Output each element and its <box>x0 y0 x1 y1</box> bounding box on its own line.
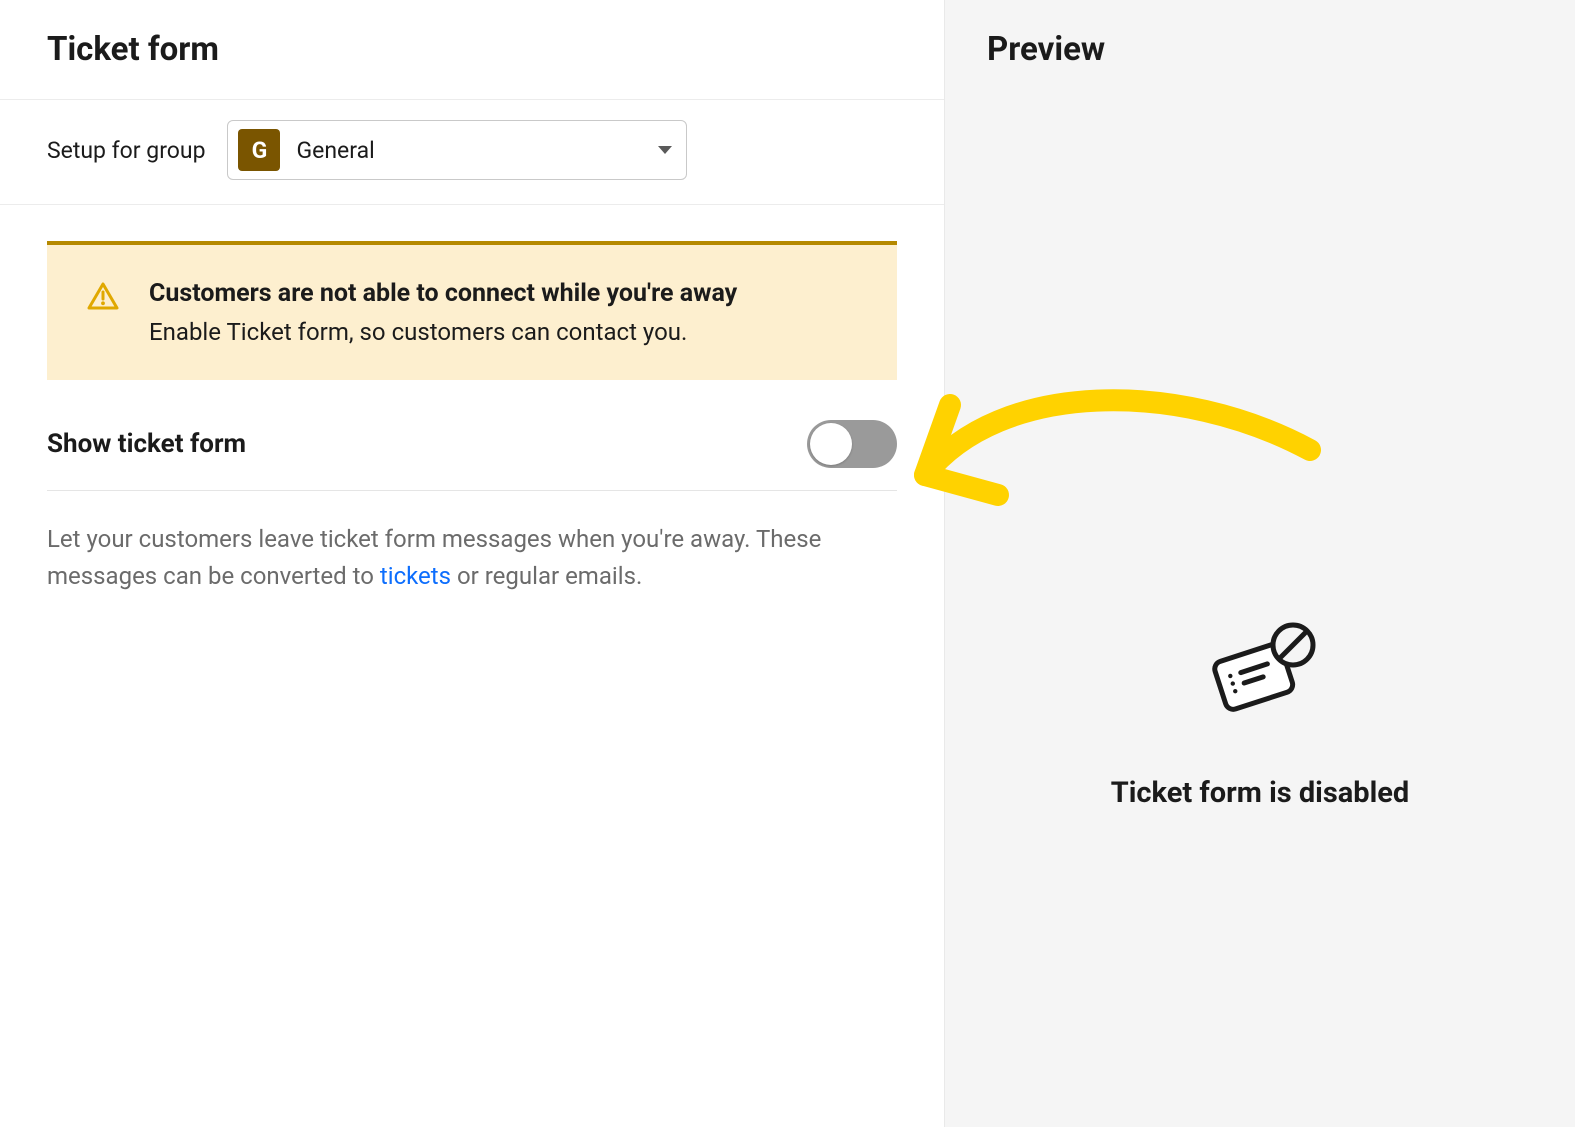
warning-body: Enable Ticket form, so customers can con… <box>149 318 737 346</box>
show-ticket-form-label: Show ticket form <box>47 429 246 459</box>
page-title: Ticket form <box>47 30 897 69</box>
ticket-disabled-icon <box>1200 620 1320 734</box>
ticket-form-description: Let your customers leave ticket form mes… <box>47 521 897 595</box>
preview-header: Preview <box>945 0 1575 99</box>
group-selector-row: Setup for group G General <box>0 100 944 205</box>
group-selected-name: General <box>296 137 642 164</box>
warning-icon <box>87 279 119 315</box>
group-select[interactable]: G General <box>227 120 687 180</box>
preview-disabled-text: Ticket form is disabled <box>945 776 1575 810</box>
toggle-knob <box>810 423 852 465</box>
warning-text: Customers are not able to connect while … <box>149 279 737 346</box>
show-ticket-form-toggle[interactable] <box>807 420 897 468</box>
chevron-down-icon <box>658 146 672 154</box>
group-label: Setup for group <box>47 137 205 164</box>
warning-banner: Customers are not able to connect while … <box>47 241 897 380</box>
show-ticket-form-row: Show ticket form <box>47 420 897 491</box>
panel-title-row: Ticket form <box>0 0 944 100</box>
preview-title: Preview <box>987 30 1533 69</box>
group-badge-icon: G <box>238 129 280 171</box>
settings-panel: Ticket form Setup for group G General <box>0 0 945 1127</box>
desc-after: or regular emails. <box>451 562 642 590</box>
preview-panel: Preview <box>945 0 1575 1127</box>
warning-title: Customers are not able to connect while … <box>149 279 737 308</box>
tickets-link[interactable]: tickets <box>380 562 451 590</box>
preview-disabled-state: Ticket form is disabled <box>945 620 1575 810</box>
content-area: Customers are not able to connect while … <box>0 205 944 631</box>
